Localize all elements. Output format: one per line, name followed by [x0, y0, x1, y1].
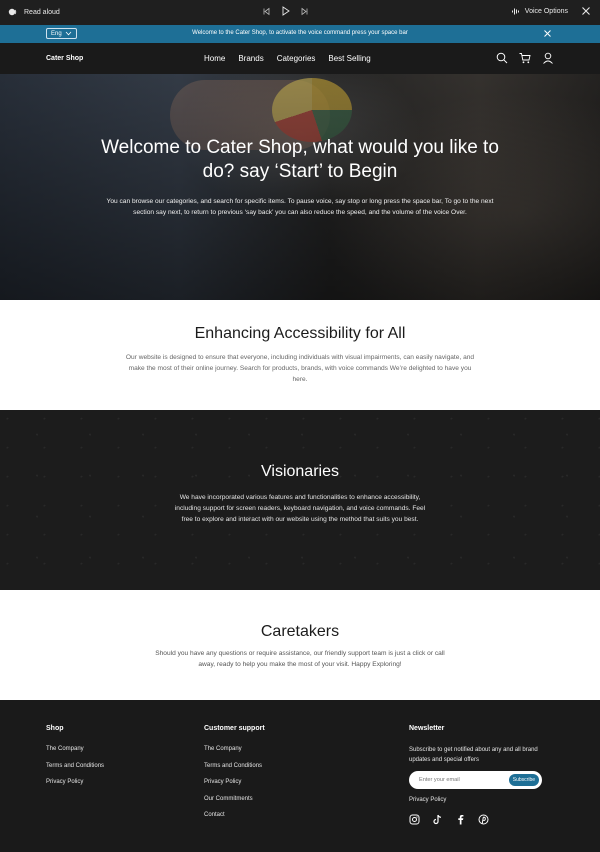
accessibility-description: Our website is designed to ensure that e…: [125, 354, 475, 383]
footer-newsletter-column: Newsletter Subscribe to get notified abo…: [409, 725, 559, 825]
footer-support-heading: Customer support: [204, 725, 265, 732]
announcement-message: Welcome to the Cater Shop, to activate t…: [192, 30, 408, 36]
footer-shop-column: Shop The Company Terms and Conditions Pr…: [46, 725, 104, 796]
visionaries-description: We have incorporated various features an…: [174, 494, 426, 523]
previous-icon[interactable]: [262, 7, 271, 16]
footer-link-terms[interactable]: Terms and Conditions: [46, 763, 104, 769]
nav-icons: [496, 52, 554, 64]
footer-support-column: Customer support The Company Terms and C…: [204, 725, 265, 829]
accessibility-title: Enhancing Accessibility for All: [194, 325, 406, 342]
visionaries-section: Visionaries We have incorporated various…: [0, 410, 600, 590]
caretakers-title: Caretakers: [260, 623, 340, 640]
announcement-bar: Eng Welcome to the Cater Shop, to activa…: [0, 25, 600, 43]
playback-controls: [262, 6, 309, 16]
hero-title: Welcome to Cater Shop, what would you li…: [101, 137, 499, 182]
subscribe-button[interactable]: Subscribe: [508, 774, 539, 786]
search-icon[interactable]: [496, 52, 508, 64]
footer-link-privacy[interactable]: Privacy Policy: [46, 779, 104, 785]
voice-options-button[interactable]: Voice Options: [511, 7, 568, 16]
play-icon[interactable]: [281, 6, 290, 16]
footer-link-contact[interactable]: Contact: [204, 812, 265, 818]
newsletter-privacy-link[interactable]: Privacy Policy: [409, 797, 559, 803]
pinterest-icon[interactable]: [478, 814, 489, 825]
footer-shop-heading: Shop: [46, 725, 64, 732]
caretakers-section: Caretakers Should you have any questions…: [0, 590, 600, 700]
nav-link-best-selling[interactable]: Best Selling: [328, 54, 370, 63]
close-announcement-icon[interactable]: [543, 29, 552, 38]
footer-link-company[interactable]: The Company: [204, 746, 265, 752]
footer-link-terms[interactable]: Terms and Conditions: [204, 763, 265, 769]
caretakers-description: Should you have any questions or require…: [155, 650, 445, 668]
hero-overlay: [0, 74, 600, 300]
hero-banner: Welcome to Cater Shop, what would you li…: [0, 74, 600, 300]
email-input[interactable]: [419, 774, 499, 786]
speaker-icon: [8, 7, 18, 17]
read-aloud-control[interactable]: Read aloud: [8, 7, 60, 17]
instagram-icon[interactable]: [409, 814, 420, 825]
nav-link-brands[interactable]: Brands: [238, 54, 263, 63]
footer-link-commitments[interactable]: Our Commitments: [204, 796, 265, 802]
nav-link-home[interactable]: Home: [204, 54, 225, 63]
facebook-icon[interactable]: [455, 814, 466, 825]
visionaries-title: Visionaries: [261, 463, 339, 480]
accessibility-section: Enhancing Accessibility for All Our webs…: [0, 300, 600, 410]
main-navigation: Cater Shop Home Brands Categories Best S…: [0, 43, 600, 74]
hero-description: You can browse our categories, and searc…: [106, 198, 494, 216]
read-aloud-bar: Read aloud Voice Options: [0, 0, 600, 25]
footer-link-privacy[interactable]: Privacy Policy: [204, 779, 265, 785]
voice-options-label: Voice Options: [524, 8, 568, 15]
newsletter-heading: Newsletter: [409, 725, 445, 732]
nav-links: Home Brands Categories Best Selling: [204, 54, 371, 63]
site-footer: Shop The Company Terms and Conditions Pr…: [0, 700, 600, 852]
cart-icon[interactable]: [519, 52, 531, 64]
footer-link-company[interactable]: The Company: [46, 746, 104, 752]
newsletter-description: Subscribe to get notified about any and …: [409, 747, 538, 763]
user-icon[interactable]: [542, 52, 554, 64]
next-icon[interactable]: [300, 7, 309, 16]
nav-link-categories[interactable]: Categories: [277, 54, 316, 63]
newsletter-form: Subscribe: [409, 771, 542, 789]
close-icon[interactable]: [580, 5, 592, 17]
read-aloud-label: Read aloud: [24, 8, 60, 16]
sound-wave-icon: [511, 7, 520, 16]
brand-logo[interactable]: Cater Shop: [46, 55, 83, 62]
tiktok-icon[interactable]: [432, 814, 443, 825]
social-links: [409, 814, 559, 825]
